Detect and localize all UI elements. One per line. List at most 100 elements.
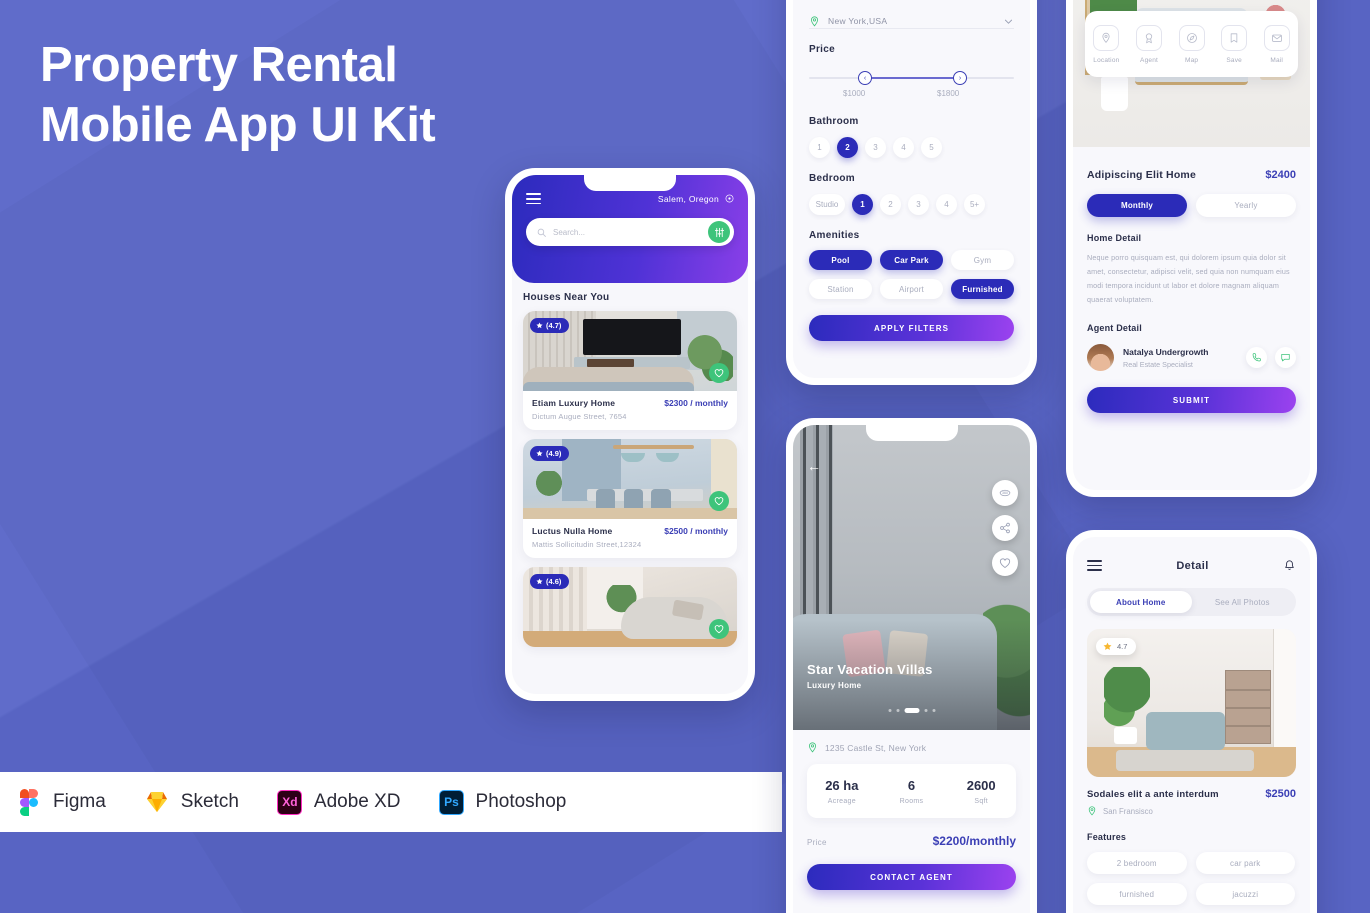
stat-sqft: 2600 Sqft [946, 764, 1016, 818]
features-grid: 2 bedroom car park furnished jacuzzi [1087, 852, 1296, 905]
sketch-icon [144, 789, 170, 815]
share-icon[interactable] [992, 515, 1018, 541]
slider-handle-min[interactable]: ‹ [858, 71, 872, 85]
feature-car-park[interactable]: car park [1195, 852, 1295, 874]
bathroom-option[interactable]: 1 [809, 137, 830, 158]
quick-action-label: Location [1093, 56, 1120, 64]
bedroom-option[interactable]: Studio [809, 194, 845, 215]
bathroom-option-selected[interactable]: 2 [837, 137, 858, 158]
villa-subtitle: Luxury Home [807, 681, 862, 690]
villa-address: 1235 Castle St, New York [825, 742, 927, 753]
filter-location-row[interactable]: New York,USA [809, 0, 1014, 26]
apply-filters-button[interactable]: APPLY FILTERS [809, 315, 1014, 341]
svg-text:360: 360 [1002, 491, 1008, 495]
phone-icon[interactable] [1246, 347, 1267, 369]
bathroom-option[interactable]: 5 [921, 137, 942, 158]
tab-see-all-photos[interactable]: See All Photos [1192, 591, 1294, 613]
villa-address-row: 1235 Castle St, New York [807, 742, 1016, 753]
bedroom-option[interactable]: 2 [880, 194, 901, 215]
stat-value: 2600 [966, 777, 996, 793]
listing-address: Dictum Augue Street, 7654 [532, 412, 627, 421]
heart-icon [714, 369, 724, 378]
price-range-slider[interactable]: ‹ › [809, 71, 1014, 85]
bathroom-option[interactable]: 4 [893, 137, 914, 158]
chat-icon[interactable] [1275, 347, 1296, 369]
menu-icon[interactable] [526, 193, 541, 205]
listing-price: $2300 / monthly [664, 398, 728, 408]
feature-furnished[interactable]: furnished [1087, 883, 1187, 905]
search-input[interactable]: Search... [553, 228, 701, 237]
location-selector[interactable]: Salem, Oregon [658, 194, 734, 204]
slider-handle-max[interactable]: › [953, 71, 967, 85]
notification-bell-icon[interactable] [1283, 559, 1296, 572]
contact-agent-button[interactable]: CONTACT AGENT [807, 864, 1016, 890]
back-arrow-icon[interactable]: ← [807, 459, 821, 473]
submit-button[interactable]: SUBMIT [1087, 387, 1296, 414]
bedroom-option[interactable]: 3 [908, 194, 929, 215]
software-label-adobe-xd: Adobe XD [313, 791, 401, 812]
section-title: Houses Near You [523, 292, 610, 303]
software-label-sketch: Sketch [180, 791, 239, 812]
feature-2-bedroom[interactable]: 2 bedroom [1087, 852, 1187, 874]
divider [809, 28, 1014, 29]
listing-card[interactable]: (4.6) [523, 567, 737, 647]
villa-stats: 26 ha Acreage 6 Rooms 2600 Sqft [807, 764, 1016, 818]
bookmark-icon [1221, 24, 1248, 51]
stat-value: 6 [907, 777, 916, 793]
feature-jacuzzi[interactable]: jacuzzi [1195, 883, 1295, 905]
tab-about-home[interactable]: About Home [1090, 591, 1192, 613]
home-detail-label: Home Detail [1087, 233, 1142, 243]
heart-icon [714, 625, 724, 634]
screen-villa-mockup: ← 360 Star Vacation Villas Luxury Home 1… [786, 418, 1037, 913]
amenity-gym[interactable]: Gym [951, 250, 1014, 270]
detail-price: $2400 [1265, 169, 1296, 181]
favorite-button[interactable] [709, 363, 729, 383]
location-pin-icon [810, 15, 819, 26]
property-location: San Fransisco [1103, 806, 1153, 816]
bedroom-option[interactable]: 5+ [964, 194, 985, 215]
quick-action-mail[interactable]: Mail [1263, 24, 1290, 64]
favorite-button[interactable] [709, 491, 729, 511]
home-header: Salem, Oregon Search... [512, 175, 748, 283]
quick-action-location[interactable]: Location [1093, 24, 1120, 64]
amenity-station[interactable]: Station [809, 279, 872, 299]
property-name: Sodales elit a ante interdum [1087, 789, 1219, 800]
360-icon[interactable]: 360 [992, 480, 1018, 506]
favorite-button[interactable] [709, 619, 729, 639]
page-title-line-1: Property Rental [40, 38, 398, 92]
listing-image: (4.9) [523, 439, 737, 519]
bathroom-options: 1 2 3 4 5 [809, 137, 1014, 158]
chevron-down-icon[interactable] [1003, 16, 1014, 27]
amenity-furnished[interactable]: Furnished [951, 279, 1014, 299]
amenity-airport[interactable]: Airport [880, 279, 943, 299]
quick-action-save[interactable]: Save [1221, 24, 1248, 64]
bedroom-option-selected[interactable]: 1 [852, 194, 873, 215]
features-label: Features [1087, 832, 1127, 842]
billing-option-monthly[interactable]: Monthly [1087, 194, 1187, 217]
page-title: Property Rental Mobile App UI Kit [40, 36, 740, 156]
listing-card[interactable]: (4.7) Etiam Luxury Home $2300 / monthly … [523, 311, 737, 430]
quick-action-label: Agent [1140, 56, 1159, 64]
quick-action-map[interactable]: Map [1178, 24, 1205, 64]
listing-card[interactable]: (4.9) Luctus Nulla Home $2500 / monthly … [523, 439, 737, 558]
bathroom-option[interactable]: 3 [865, 137, 886, 158]
amenity-pool[interactable]: Pool [809, 250, 872, 270]
star-icon [536, 578, 543, 585]
carousel-dots[interactable] [888, 708, 935, 713]
amenity-car-park[interactable]: Car Park [880, 250, 943, 270]
property-image: 4.7 [1087, 629, 1296, 777]
menu-icon[interactable] [1087, 559, 1102, 572]
search-bar[interactable]: Search... [526, 218, 734, 247]
stat-value: 26 ha [825, 777, 859, 793]
heart-icon[interactable] [992, 550, 1018, 576]
quick-actions-bar: Location Agent Map Save Mail [1085, 11, 1298, 77]
software-item-sketch: Sketch [144, 789, 239, 815]
quick-action-agent[interactable]: Agent [1136, 24, 1163, 64]
billing-option-yearly[interactable]: Yearly [1196, 194, 1296, 217]
rating-badge: (4.6) [530, 574, 570, 589]
bedroom-option[interactable]: 4 [936, 194, 957, 215]
filter-icon[interactable] [708, 221, 730, 244]
rating-badge: 4.7 [1096, 638, 1137, 655]
mail-icon [1263, 24, 1290, 51]
compass-icon [1178, 24, 1205, 51]
